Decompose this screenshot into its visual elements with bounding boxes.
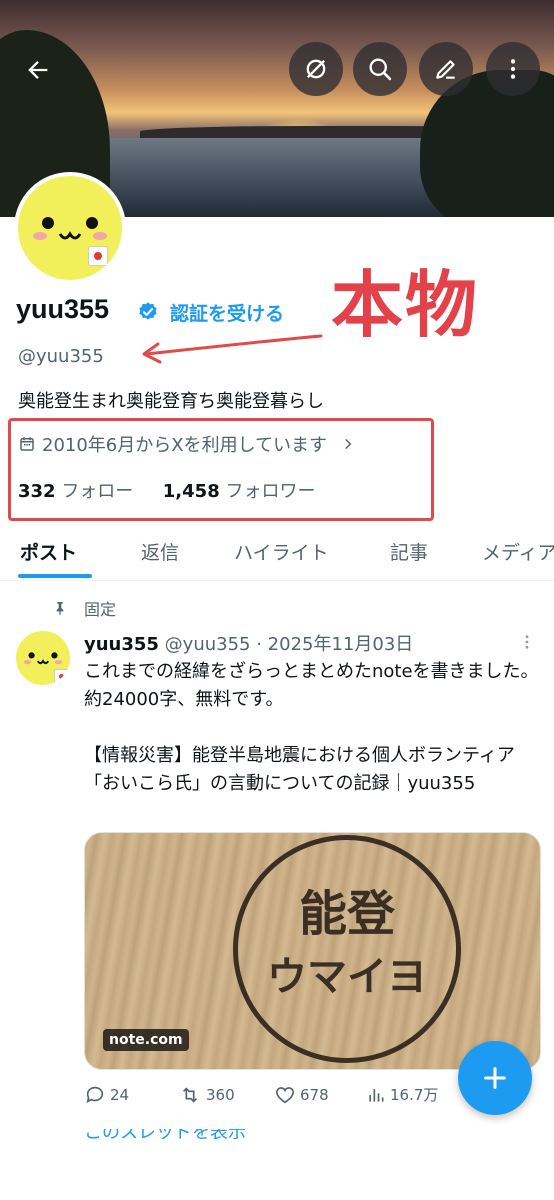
- grok-icon: [306, 59, 326, 79]
- tab-articles[interactable]: 記事: [390, 538, 428, 565]
- like-button[interactable]: 678: [274, 1084, 329, 1106]
- tweet-header: yuu355 @yuu355 · 2025年11月03日: [84, 630, 413, 656]
- show-thread-link[interactable]: このスレッドを表示: [84, 1129, 284, 1139]
- back-arrow-icon: [28, 61, 48, 79]
- tweet-avatar[interactable]: [16, 631, 70, 685]
- profile-handle: @yuu355: [18, 346, 104, 367]
- repost-icon: [182, 1087, 198, 1103]
- repost-button[interactable]: 360: [178, 1084, 235, 1106]
- tab-posts[interactable]: ポスト: [20, 538, 77, 565]
- compose-button[interactable]: [458, 1041, 532, 1115]
- tweet-author[interactable]: yuu355: [84, 634, 159, 655]
- pin-icon: [56, 602, 64, 615]
- get-verified-link[interactable]: 認証を受ける: [170, 299, 284, 326]
- more-button[interactable]: [486, 42, 540, 96]
- show-thread-text: このスレッドを表示: [84, 1129, 246, 1139]
- tweet-handle-date: @yuu355 · 2025年11月03日: [164, 634, 414, 655]
- active-tab-indicator: [18, 574, 92, 578]
- profile-bio: 奥能登生まれ奥能登育ち奥能登暮らし: [18, 391, 324, 412]
- tweet-text: これまでの経緯をざらっとまとめたnoteを書きました。約24000字、無料です。…: [84, 661, 539, 794]
- card-logo-line1: 能登: [298, 886, 395, 942]
- card-logo-line2: ウマイヨ: [267, 954, 427, 1000]
- annotation-stamp: 本物: [331, 263, 480, 347]
- more-icon: [510, 59, 516, 79]
- avatar-flag-badge: [88, 246, 108, 266]
- edit-button[interactable]: [419, 42, 473, 96]
- search-button[interactable]: [353, 42, 407, 96]
- profile-avatar[interactable]: [14, 172, 126, 284]
- edit-icon: [436, 60, 455, 79]
- tab-media[interactable]: メディア: [482, 538, 554, 565]
- grok-button[interactable]: [289, 42, 343, 96]
- annotation-arrow: [142, 334, 323, 364]
- profile-tabs: ポスト 返信 ハイライト 記事 メディア: [0, 528, 554, 581]
- pinned-label: 固定: [84, 600, 117, 619]
- heart-icon: [275, 1087, 295, 1104]
- views-button[interactable]: 16.7万: [366, 1084, 438, 1105]
- reply-count: 24: [110, 1086, 130, 1104]
- reply-icon: [86, 1086, 104, 1103]
- card-domain: note.com: [103, 1029, 189, 1051]
- card-logo: 能登 ウマイヨ: [233, 835, 461, 1063]
- repost-count: 360: [206, 1086, 235, 1104]
- reply-button[interactable]: 24: [84, 1084, 129, 1106]
- verified-badge-icon: [139, 302, 157, 320]
- back-button[interactable]: [14, 48, 62, 92]
- views-chart-icon: [369, 1088, 384, 1102]
- profile-name: yuu355: [16, 294, 110, 324]
- tweet-more-icon[interactable]: [518, 633, 536, 651]
- tab-highlights[interactable]: ハイライト: [234, 538, 329, 565]
- pinned-indicator: 固定: [52, 596, 116, 620]
- avatar-flag-badge: [54, 669, 68, 683]
- plus-icon: [484, 1067, 506, 1089]
- views-count: 16.7万: [390, 1086, 439, 1104]
- like-count: 678: [300, 1086, 329, 1104]
- tab-replies[interactable]: 返信: [141, 538, 179, 565]
- annotation-box: [8, 418, 434, 521]
- link-card[interactable]: 能登 ウマイヨ note.com: [84, 832, 541, 1070]
- search-icon: [369, 58, 392, 81]
